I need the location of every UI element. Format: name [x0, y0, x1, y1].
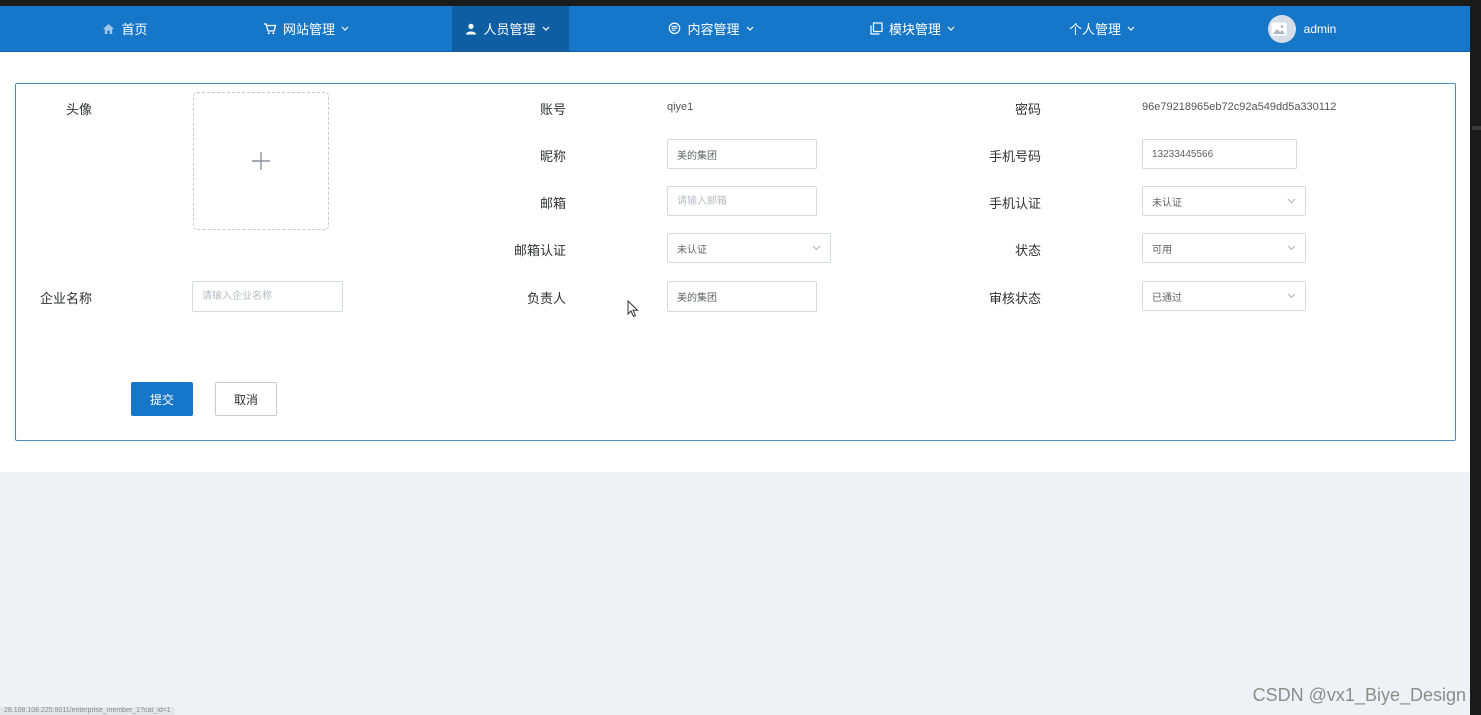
- chevron-down-icon: [1287, 245, 1296, 251]
- chevron-down-icon: [812, 245, 821, 251]
- chevron-down-icon: [746, 26, 753, 31]
- user-icon: [466, 23, 477, 34]
- company-label: 企业名称: [39, 291, 92, 306]
- status-label: 状态: [1014, 243, 1041, 258]
- account-value: qiye1: [667, 101, 694, 113]
- account-label: 账号: [539, 102, 566, 117]
- company-input[interactable]: [192, 281, 343, 312]
- audit-label: 审核状态: [988, 291, 1041, 306]
- nav-item-label: 模块管理: [888, 22, 941, 37]
- chat-icon: [669, 22, 681, 35]
- chevron-down-icon: [1287, 198, 1296, 204]
- chevron-down-icon: [947, 26, 955, 31]
- top-nav: 首页 网站管理 人员管理 内容管理 模块管理 个人管理 admin: [0, 6, 1470, 52]
- select-value: 未认证: [1152, 197, 1182, 209]
- image-icon: [1271, 22, 1287, 35]
- chevron-down-icon: [1287, 293, 1296, 299]
- nav-item-personnel[interactable]: 人员管理: [452, 6, 569, 51]
- scrollbar-thumb[interactable]: [1472, 126, 1481, 130]
- email-label: 邮箱: [539, 196, 566, 211]
- select-value: 可用: [1152, 244, 1172, 256]
- chevron-down-icon: [542, 26, 549, 31]
- password-value: 96e79218965eb72c92a549dd5a330112: [1142, 101, 1337, 113]
- nav-item-label: 人员管理: [483, 22, 536, 37]
- avatar-upload[interactable]: [193, 92, 329, 230]
- manager-input[interactable]: [667, 281, 817, 312]
- chevron-down-icon: [341, 26, 349, 31]
- manager-label: 负责人: [526, 291, 566, 306]
- phone-verify-label: 手机认证: [988, 196, 1041, 211]
- cart-icon: [263, 23, 277, 35]
- phone-input[interactable]: [1142, 139, 1297, 169]
- nickname-label: 昵称: [539, 149, 566, 164]
- home-icon: [103, 23, 115, 34]
- avatar-label: 头像: [65, 102, 92, 117]
- status-url: 28.108.108.225:8011/enterprise_member_1?…: [0, 707, 175, 715]
- nav-item-content[interactable]: 内容管理: [655, 6, 773, 51]
- select-value: 未认证: [677, 244, 707, 256]
- avatar: [1267, 14, 1296, 43]
- select-value: 已通过: [1152, 292, 1182, 304]
- mouse-cursor-icon: [627, 300, 639, 318]
- plus-icon: [252, 152, 270, 170]
- submit-button[interactable]: 提交: [131, 382, 193, 416]
- phone-verify-select[interactable]: 未认证: [1142, 186, 1306, 216]
- chevron-down-icon: [1127, 26, 1135, 31]
- watermark: CSDN @vx1_Biye_Design: [1252, 685, 1466, 705]
- nav-item-website[interactable]: 网站管理: [254, 6, 364, 51]
- nav-item-label: 个人管理: [1068, 22, 1121, 37]
- nav-item-label: 首页: [121, 22, 148, 37]
- status-select[interactable]: 可用: [1142, 233, 1306, 263]
- nickname-input[interactable]: [667, 139, 817, 169]
- nav-item-home[interactable]: 首页: [90, 6, 160, 51]
- window-right-edge: [1470, 0, 1481, 715]
- user-edit-form: 头像 账号 qiye1 密码 96e79218965eb72c92a549dd5…: [15, 83, 1456, 441]
- nav-item-label: 网站管理: [282, 22, 335, 37]
- password-label: 密码: [1014, 102, 1041, 117]
- email-verify-label: 邮箱认证: [513, 243, 566, 258]
- username: admin: [1303, 21, 1337, 36]
- nav-item-personal[interactable]: 个人管理: [1062, 6, 1148, 51]
- nav-item-modules[interactable]: 模块管理: [857, 6, 974, 51]
- nav-item-label: 内容管理: [687, 22, 740, 37]
- cancel-button[interactable]: 取消: [215, 382, 277, 416]
- email-input[interactable]: [667, 186, 817, 216]
- main-content: 头像 账号 qiye1 密码 96e79218965eb72c92a549dd5…: [0, 52, 1470, 472]
- audit-select[interactable]: 已通过: [1142, 281, 1306, 311]
- user-menu[interactable]: admin: [1262, 6, 1342, 51]
- email-verify-select[interactable]: 未认证: [667, 233, 831, 263]
- copy-icon: [870, 22, 883, 35]
- phone-label: 手机号码: [988, 149, 1041, 164]
